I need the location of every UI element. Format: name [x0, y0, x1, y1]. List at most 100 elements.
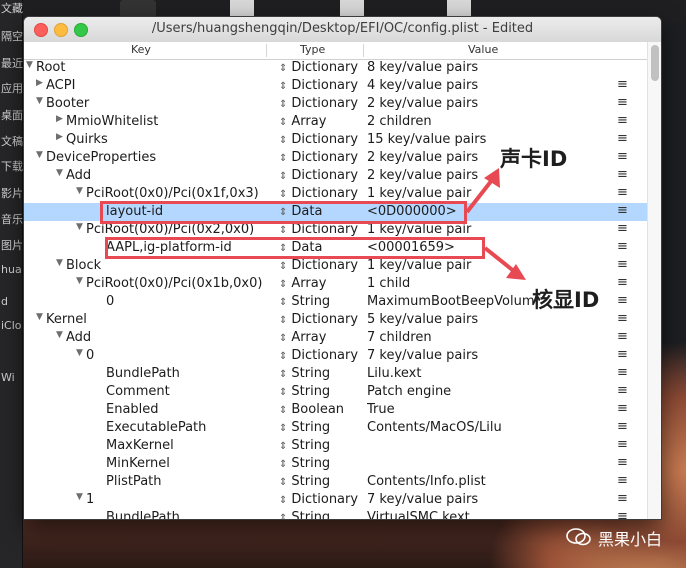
row-key[interactable]: MaxKernel: [106, 438, 174, 453]
disclosure-expanded-icon[interactable]: ▼: [56, 168, 63, 178]
outline-row[interactable]: ▼ Block ⇕ Dictionary 1 key/value pair ≡: [24, 257, 647, 275]
row-key[interactable]: BundlePath: [106, 366, 180, 381]
outline-row[interactable]: MaxKernel ⇕ String ≡: [24, 437, 647, 455]
row-value[interactable]: VirtualSMC.kext: [367, 510, 535, 519]
row-key[interactable]: DeviceProperties: [46, 150, 156, 165]
row-menu-icon[interactable]: ≡: [617, 491, 628, 506]
disclosure-collapsed-icon[interactable]: ▶: [56, 132, 63, 142]
row-value[interactable]: Patch engine: [367, 384, 535, 399]
row-menu-icon[interactable]: ≡: [617, 509, 628, 519]
row-type-popup[interactable]: ⇕ Dictionary: [279, 168, 358, 183]
row-type-popup[interactable]: ⇕ String: [279, 420, 330, 435]
outline-row[interactable]: ExecutablePath ⇕ String Contents/MacOS/Lilu…: [24, 419, 647, 437]
row-menu-icon[interactable]: ≡: [617, 311, 628, 326]
row-type-popup[interactable]: ⇕ String: [279, 384, 330, 399]
sidebar-item[interactable]: 文稿: [1, 133, 23, 149]
row-menu-icon[interactable]: ≡: [617, 185, 628, 200]
row-value[interactable]: 7 key/value pairs: [367, 492, 535, 507]
row-key[interactable]: Block: [66, 258, 101, 273]
row-value[interactable]: 2 children: [367, 114, 535, 129]
row-menu-icon[interactable]: ≡: [617, 347, 628, 362]
row-key[interactable]: Quirks: [66, 132, 108, 147]
row-key[interactable]: MinKernel: [106, 456, 170, 471]
row-type-popup[interactable]: ⇕ Dictionary: [279, 222, 358, 237]
row-key[interactable]: Enabled: [106, 402, 159, 417]
row-key[interactable]: PciRoot(0x0)/Pci(0x2,0x0): [86, 222, 254, 237]
sidebar-item[interactable]: 文藏: [1, 0, 23, 16]
row-menu-icon[interactable]: ≡: [617, 293, 628, 308]
sidebar-item[interactable]: Wi: [1, 371, 15, 384]
row-menu-icon[interactable]: ≡: [617, 437, 628, 452]
row-type-popup[interactable]: ⇕ Array: [279, 276, 326, 291]
row-type-popup[interactable]: ⇕ Dictionary: [279, 312, 358, 327]
row-key[interactable]: ExecutablePath: [106, 420, 206, 435]
row-menu-icon[interactable]: ≡: [617, 455, 628, 470]
column-divider[interactable]: [266, 44, 267, 57]
disclosure-expanded-icon[interactable]: ▼: [36, 150, 43, 160]
row-menu-icon[interactable]: ≡: [617, 221, 628, 236]
row-menu-icon[interactable]: ≡: [617, 167, 628, 182]
row-key[interactable]: PciRoot(0x0)/Pci(0x1b,0x0): [86, 276, 262, 291]
row-value[interactable]: 1 key/value pair: [367, 258, 535, 273]
disclosure-collapsed-icon[interactable]: ▶: [56, 114, 63, 124]
row-menu-icon[interactable]: ≡: [617, 419, 628, 434]
sidebar-item[interactable]: 最近: [1, 55, 23, 71]
row-menu-icon[interactable]: ≡: [617, 275, 628, 290]
row-value[interactable]: Contents/Info.plist: [367, 474, 535, 489]
row-key[interactable]: ACPI: [46, 78, 75, 93]
outline-row[interactable]: Enabled ⇕ Boolean True ≡: [24, 401, 647, 419]
sidebar-item[interactable]: 影片: [1, 185, 23, 201]
row-menu-icon[interactable]: ≡: [617, 257, 628, 272]
disclosure-expanded-icon[interactable]: ▼: [76, 492, 83, 502]
row-type-popup[interactable]: ⇕ Array: [279, 114, 326, 129]
row-key[interactable]: MmioWhitelist: [66, 114, 158, 129]
sidebar-item[interactable]: 下载: [1, 158, 23, 174]
row-type-popup[interactable]: ⇕ Dictionary: [279, 258, 358, 273]
row-value[interactable]: Contents/MacOS/Lilu: [367, 420, 535, 435]
row-key[interactable]: Root: [36, 60, 65, 75]
outline-row[interactable]: ▶ ACPI ⇕ Dictionary 4 key/value pairs ≡: [24, 77, 647, 95]
row-menu-icon[interactable]: ≡: [617, 95, 628, 110]
sidebar-item[interactable]: hua: [1, 263, 22, 276]
disclosure-expanded-icon[interactable]: ▼: [76, 186, 83, 196]
row-key[interactable]: Comment: [106, 384, 170, 399]
row-value[interactable]: MaximumBootBeepVolume: [367, 294, 535, 309]
row-value[interactable]: 8 key/value pairs: [367, 60, 535, 75]
row-type-popup[interactable]: ⇕ String: [279, 456, 330, 471]
disclosure-expanded-icon[interactable]: ▼: [36, 312, 43, 322]
column-divider[interactable]: [363, 44, 364, 57]
sidebar-item[interactable]: 桌面: [1, 107, 23, 123]
row-key[interactable]: BundlePath: [106, 510, 180, 519]
row-type-popup[interactable]: ⇕ Dictionary: [279, 78, 358, 93]
outline-row[interactable]: ▼ 0 ⇕ Dictionary 7 key/value pairs ≡: [24, 347, 647, 365]
row-key[interactable]: Add: [66, 168, 91, 183]
outline-row[interactable]: BundlePath ⇕ String VirtualSMC.kext ≡: [24, 509, 647, 519]
row-value[interactable]: Lilu.kext: [367, 366, 535, 381]
sidebar-item[interactable]: 音乐: [1, 211, 23, 227]
row-menu-icon[interactable]: ≡: [617, 239, 628, 254]
row-value[interactable]: 7 children: [367, 330, 535, 345]
row-type-popup[interactable]: ⇕ String: [279, 438, 330, 453]
scrollbar-thumb[interactable]: [651, 45, 659, 81]
disclosure-expanded-icon[interactable]: ▼: [76, 222, 83, 232]
row-key[interactable]: Kernel: [46, 312, 87, 327]
row-type-popup[interactable]: ⇕ Boolean: [279, 402, 344, 417]
row-menu-icon[interactable]: ≡: [617, 383, 628, 398]
column-header-value[interactable]: Value: [468, 43, 498, 56]
disclosure-expanded-icon[interactable]: ▼: [76, 276, 83, 286]
vertical-scrollbar[interactable]: [647, 42, 661, 519]
disclosure-expanded-icon[interactable]: ▼: [56, 330, 63, 340]
column-header-type[interactable]: Type: [300, 43, 325, 56]
outline-row[interactable]: MinKernel ⇕ String ≡: [24, 455, 647, 473]
row-key[interactable]: 1: [86, 492, 94, 507]
sidebar-item[interactable]: 应用: [1, 80, 23, 96]
row-value[interactable]: 7 key/value pairs: [367, 348, 535, 363]
sidebar-item[interactable]: 图片: [1, 237, 23, 253]
row-menu-icon[interactable]: ≡: [617, 401, 628, 416]
row-value[interactable]: 4 key/value pairs: [367, 78, 535, 93]
outline-row[interactable]: ▼ 1 ⇕ Dictionary 7 key/value pairs ≡: [24, 491, 647, 509]
outline-row[interactable]: PlistPath ⇕ String Contents/Info.plist ≡: [24, 473, 647, 491]
outline-row[interactable]: ▼ Booter ⇕ Dictionary 2 key/value pairs ≡: [24, 95, 647, 113]
row-value[interactable]: 1 child: [367, 276, 535, 291]
row-menu-icon[interactable]: ≡: [617, 329, 628, 344]
